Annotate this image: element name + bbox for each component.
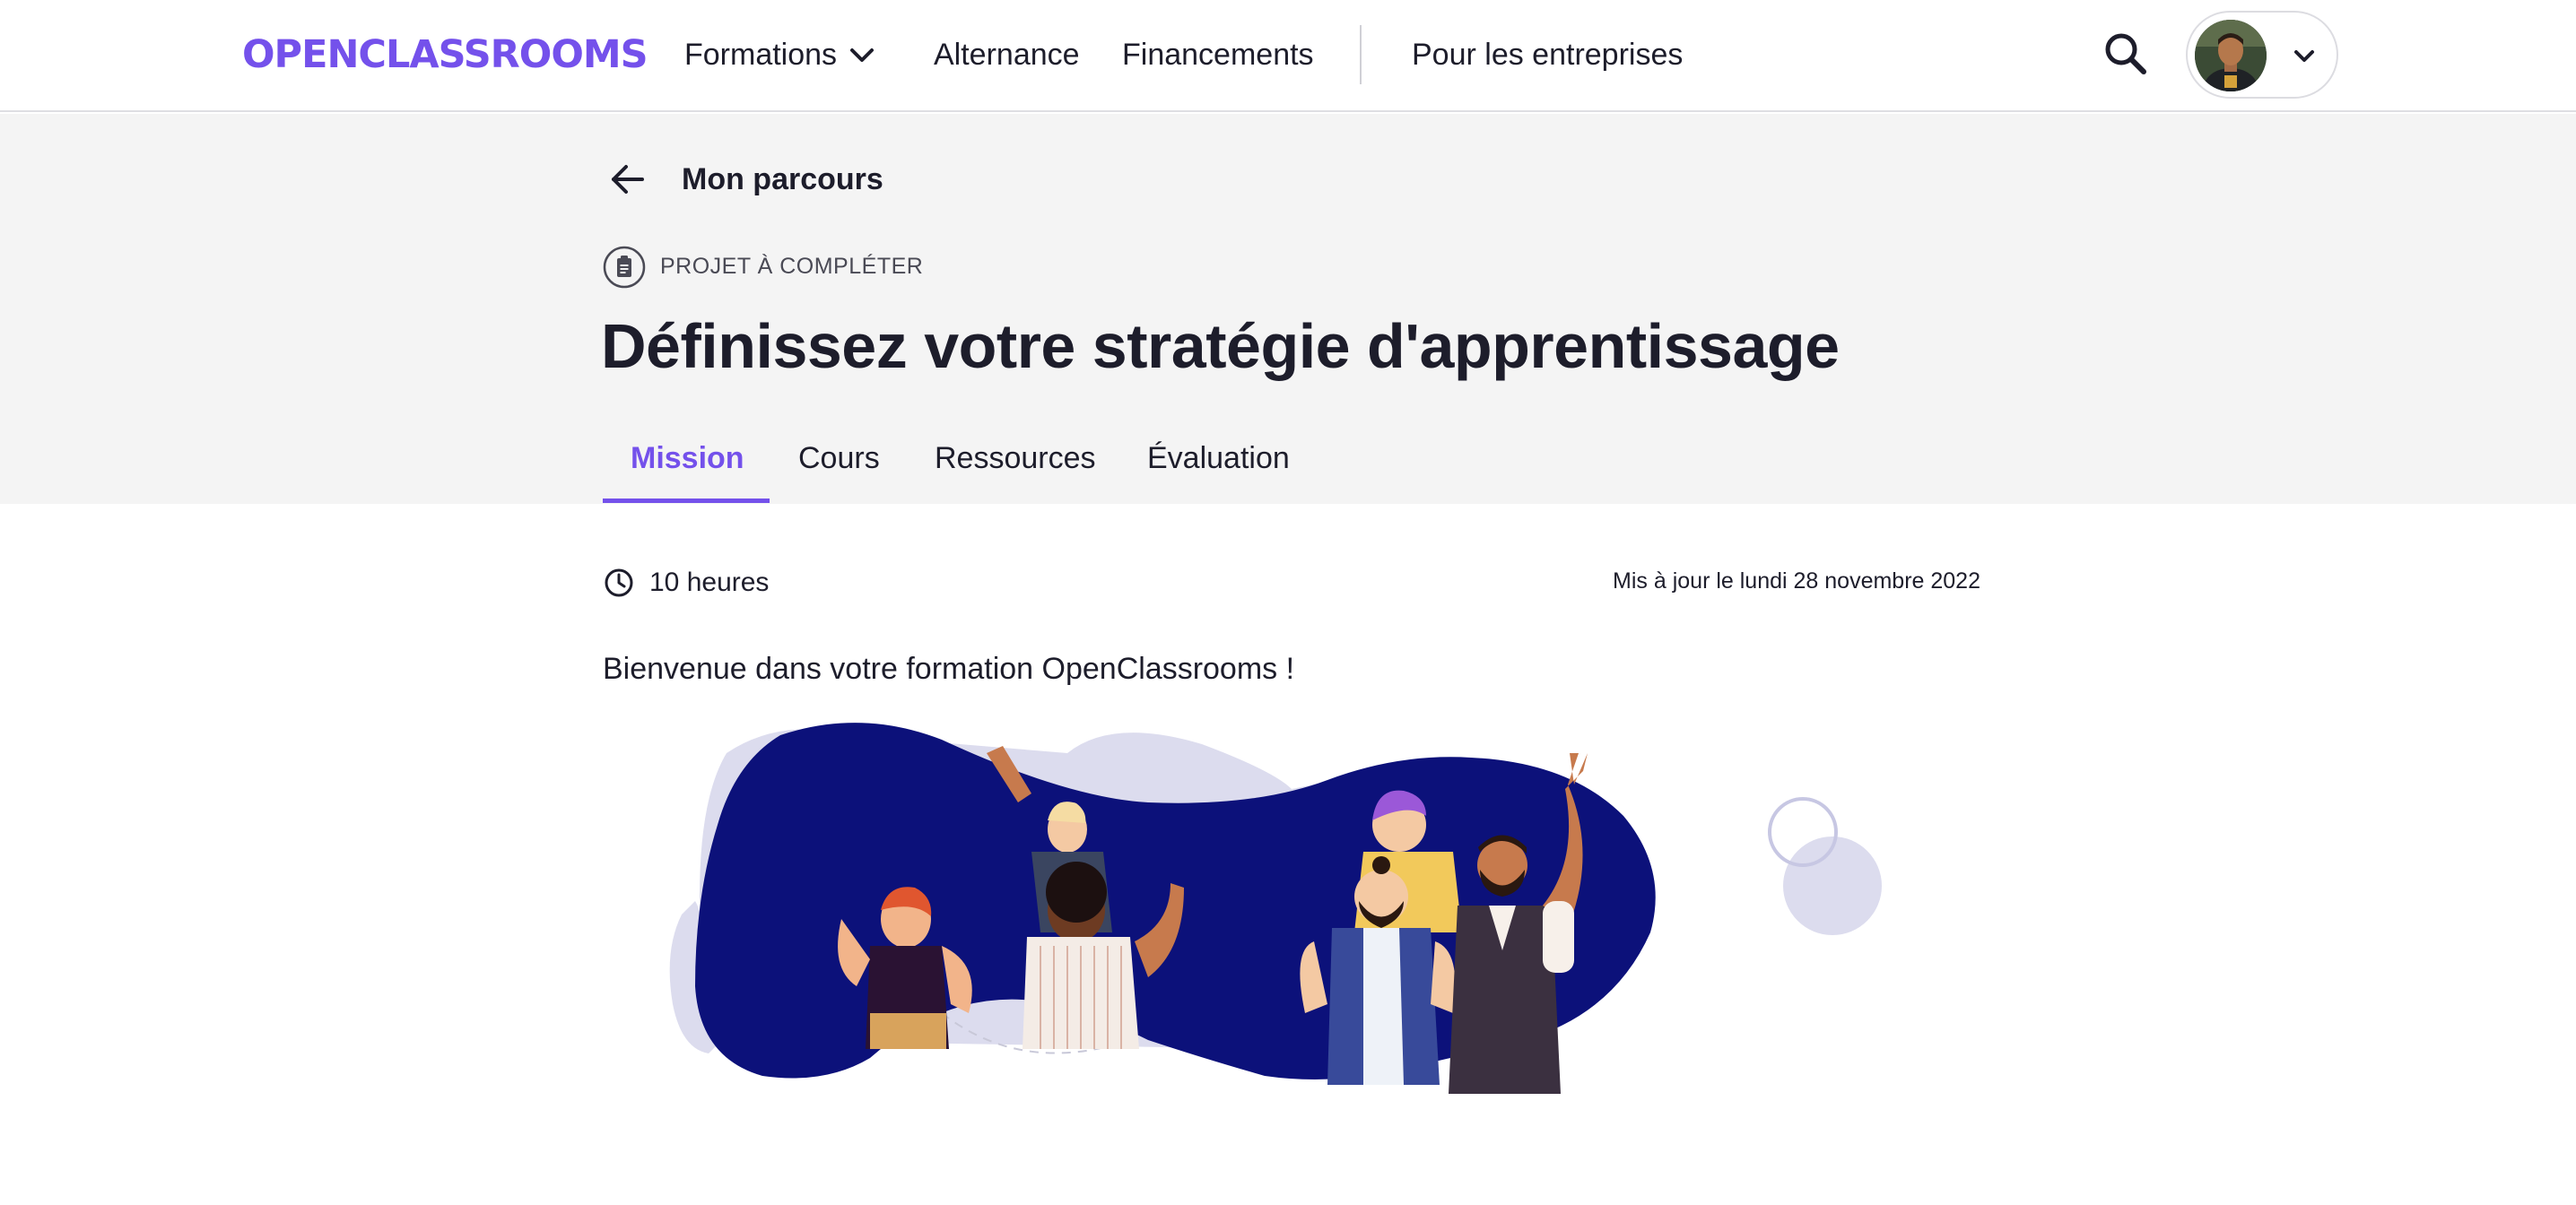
- search-icon[interactable]: [2099, 27, 2153, 81]
- nav-formations-label: Formations: [684, 38, 838, 72]
- welcome-text: Bienvenue dans votre formation OpenClass…: [603, 652, 1295, 686]
- project-duration: 10 heures: [649, 568, 770, 597]
- last-updated-date: Mis à jour le lundi 28 novembre 2022: [1613, 568, 1980, 594]
- back-link-mon-parcours[interactable]: Mon parcours: [682, 160, 883, 199]
- openclassrooms-logo[interactable]: OPENCLASSROOMS: [242, 32, 648, 77]
- project-type-label: PROJET À COMPLÉTER: [660, 254, 924, 279]
- active-tab-indicator: [603, 498, 770, 503]
- nav-alternance[interactable]: Alternance: [934, 32, 1080, 77]
- clock-icon: [605, 568, 633, 597]
- tab-cours[interactable]: Cours: [798, 436, 880, 481]
- group-of-people-waving-illustration: [669, 723, 1882, 1094]
- chevron-down-icon: [2294, 50, 2314, 62]
- tab-evaluation[interactable]: Évaluation: [1147, 436, 1290, 481]
- nav-pour-les-entreprises[interactable]: Pour les entreprises: [1412, 32, 1683, 77]
- clipboard-icon: [603, 246, 646, 289]
- avatar: [2195, 20, 2267, 91]
- nav-financements[interactable]: Financements: [1122, 32, 1314, 77]
- top-navigation: OPENCLASSROOMS Formations Alternance Fin…: [0, 0, 2576, 112]
- tab-mission[interactable]: Mission: [631, 436, 744, 481]
- account-menu-button[interactable]: [2186, 11, 2338, 99]
- page-title: Définissez votre stratégie d'apprentissa…: [601, 311, 1840, 381]
- nav-divider: [1360, 25, 1362, 84]
- tab-ressources[interactable]: Ressources: [935, 436, 1096, 481]
- nav-formations[interactable]: Formations: [684, 32, 837, 77]
- chevron-down-icon[interactable]: [847, 45, 877, 66]
- arrow-left-icon[interactable]: [603, 152, 657, 206]
